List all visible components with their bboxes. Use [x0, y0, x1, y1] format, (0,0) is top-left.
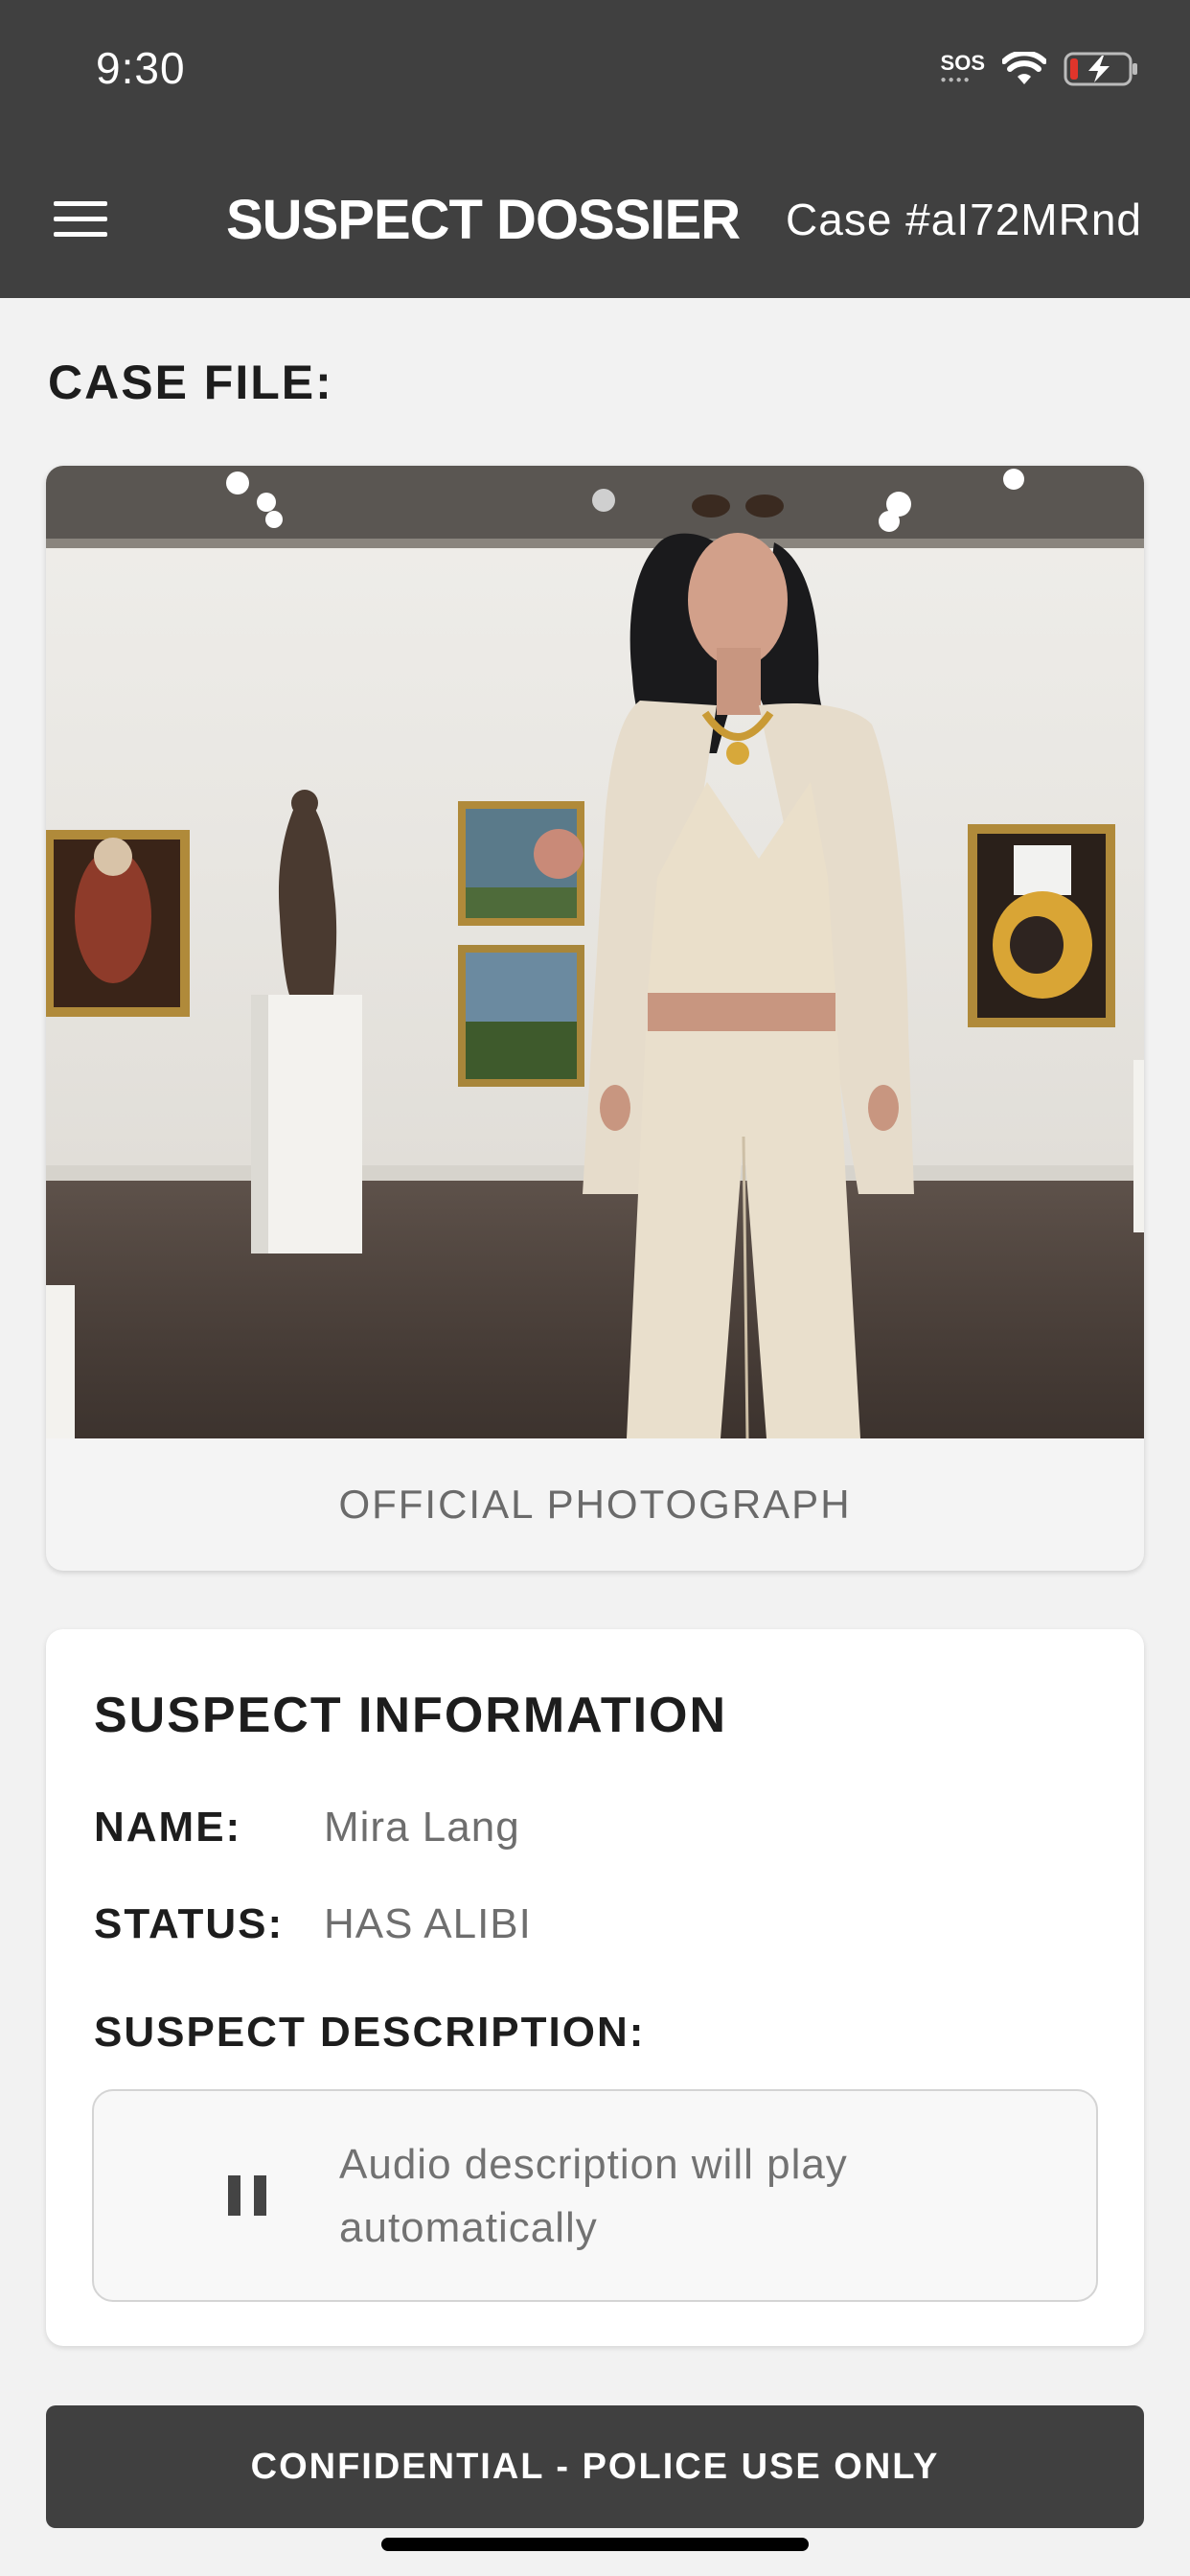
menu-icon: [54, 201, 107, 237]
suspect-info-card: SUSPECT INFORMATION NAME: Mira Lang STAT…: [46, 1629, 1144, 2346]
name-label: NAME:: [94, 1804, 242, 1851]
case-number: Case #aI72MRnd: [786, 195, 1142, 244]
status-time: 9:30: [96, 43, 186, 93]
status-icons: SOS ●●●●: [941, 50, 1140, 88]
status-value: HAS ALIBI: [324, 1900, 532, 1947]
suspect-info-heading: SUSPECT INFORMATION: [94, 1688, 728, 1743]
name-value: Mira Lang: [324, 1804, 520, 1851]
case-file-heading: CASE FILE:: [48, 356, 333, 409]
photo-card: OFFICIAL PHOTOGRAPH: [46, 466, 1144, 1571]
page-title: SUSPECT DOSSIER: [226, 189, 741, 251]
battery-charging-icon: [1064, 52, 1137, 86]
sos-label: SOS: [940, 51, 985, 75]
wifi-icon: [1002, 52, 1046, 84]
suspect-photo: [46, 466, 1144, 1438]
home-indicator[interactable]: [381, 2538, 809, 2551]
status-label: STATUS:: [94, 1900, 285, 1947]
audio-description-player[interactable]: Audio description will play automaticall…: [92, 2089, 1098, 2302]
confidential-banner: CONFIDENTIAL - POLICE USE ONLY: [46, 2405, 1144, 2528]
photo-caption: OFFICIAL PHOTOGRAPH: [338, 1482, 852, 1527]
sos-indicator: SOS ●●●●: [941, 53, 985, 85]
description-label: SUSPECT DESCRIPTION:: [94, 2009, 646, 2056]
audio-description-text: Audio description will play automaticall…: [339, 2141, 848, 2251]
app-header: 9:30 SOS ●●●● SUSPECT DOSSIER Case #aI72…: [0, 0, 1190, 298]
pause-icon[interactable]: [228, 2175, 266, 2216]
menu-button[interactable]: [54, 201, 107, 240]
cell-dots-icon: ●●●●: [940, 75, 972, 85]
